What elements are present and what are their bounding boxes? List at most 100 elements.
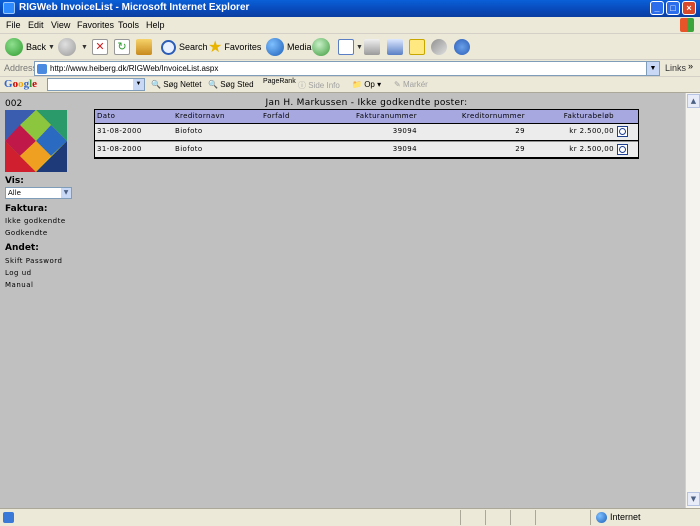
note-icon bbox=[409, 39, 425, 55]
toolbar-overflow-button[interactable]: » bbox=[688, 61, 693, 71]
refresh-button[interactable]: ↻ bbox=[114, 37, 130, 57]
up-label: Op bbox=[364, 80, 375, 89]
edit-button[interactable] bbox=[387, 37, 403, 57]
mail-icon bbox=[338, 39, 354, 55]
view-filter-select[interactable]: Alle ▼ bbox=[5, 187, 72, 199]
internet-zone-icon bbox=[596, 512, 607, 523]
andet-heading: Andet: bbox=[5, 243, 39, 253]
messenger-button[interactable] bbox=[431, 37, 447, 57]
star-icon: ★ bbox=[208, 39, 223, 56]
company-logo bbox=[5, 110, 67, 172]
research-button[interactable] bbox=[454, 37, 470, 57]
ie-icon bbox=[3, 2, 15, 14]
chevron-down-icon[interactable]: ▼ bbox=[48, 44, 55, 51]
column-header-forfald: Forfald bbox=[263, 112, 290, 120]
chevron-down-icon[interactable]: ▼ bbox=[356, 44, 363, 51]
cell-kreditornummer: 29 bbox=[515, 127, 525, 135]
pagerank-indicator[interactable]: PageRank bbox=[263, 78, 296, 85]
messenger-icon bbox=[431, 39, 447, 55]
highlight-button[interactable]: ✎ Markér bbox=[394, 80, 428, 89]
nav-link-skift-password[interactable]: Skift Password bbox=[5, 257, 62, 265]
menu-bar: File Edit View Favorites Tools Help bbox=[0, 17, 700, 34]
search-web-label: Søg Nettet bbox=[163, 80, 202, 89]
chevron-down-icon[interactable]: ▼ bbox=[81, 44, 88, 51]
search-button[interactable]: Search bbox=[161, 37, 208, 57]
view-filter-value: Alle bbox=[8, 189, 21, 197]
nav-link-ikke-godkendte[interactable]: Ikke godkendte bbox=[5, 217, 66, 225]
home-icon bbox=[136, 39, 152, 55]
address-url[interactable]: http://www.heiberg.dk/RIGWeb/InvoiceList… bbox=[50, 64, 218, 73]
status-divider bbox=[460, 510, 461, 525]
cell-fakturabelob: kr 2.500,00 bbox=[569, 127, 614, 135]
vertical-scrollbar[interactable]: ▲ ▼ bbox=[685, 93, 700, 508]
refresh-icon: ↻ bbox=[114, 39, 130, 55]
chevron-down-icon[interactable]: ▼ bbox=[646, 62, 659, 75]
mail-button[interactable]: ▼ bbox=[338, 37, 363, 57]
search-site-button[interactable]: 🔍 Søg Sted bbox=[208, 80, 254, 89]
back-label: Back bbox=[26, 42, 47, 52]
home-button[interactable] bbox=[136, 37, 152, 57]
table-row: 31-08-2000 Biofoto 39094 29 kr 2.500,00 bbox=[95, 124, 638, 141]
highlight-label: Markér bbox=[402, 80, 428, 89]
faktura-heading: Faktura: bbox=[5, 204, 48, 214]
media-label: Media bbox=[287, 42, 312, 52]
menu-edit[interactable]: Edit bbox=[28, 20, 44, 30]
chevron-down-icon[interactable]: ▼ bbox=[133, 79, 144, 90]
people-icon bbox=[454, 39, 470, 55]
status-divider bbox=[590, 510, 591, 525]
up-button[interactable]: 📁 Op ▾ bbox=[352, 80, 381, 89]
column-header-dato: Dato bbox=[97, 112, 116, 120]
back-arrow-icon bbox=[5, 38, 23, 56]
column-header-kreditornummer: Kreditornummer bbox=[461, 112, 525, 120]
minimize-button[interactable]: _ bbox=[650, 1, 664, 15]
status-divider bbox=[510, 510, 511, 525]
forward-button[interactable]: ▼ bbox=[58, 37, 88, 57]
cell-fakturabelob: kr 2.500,00 bbox=[569, 145, 614, 153]
page-done-icon bbox=[3, 512, 14, 523]
chevron-down-icon[interactable]: ▼ bbox=[61, 188, 71, 198]
menu-file[interactable]: File bbox=[6, 20, 21, 30]
status-divider bbox=[485, 510, 486, 525]
history-button[interactable] bbox=[312, 37, 333, 57]
menu-view[interactable]: View bbox=[51, 20, 70, 30]
stop-button[interactable]: ✕ bbox=[92, 37, 108, 57]
google-search-input[interactable]: ▼ bbox=[47, 78, 145, 91]
invoice-table: Dato Kreditornavn Forfald Fakturanummer … bbox=[94, 109, 639, 159]
close-button[interactable]: × bbox=[682, 1, 696, 15]
user-id: 002 bbox=[5, 99, 23, 109]
discuss-button[interactable] bbox=[409, 37, 425, 57]
google-toolbar: Google ▼ 🔍 Søg Nettet 🔍 Søg Sted PageRan… bbox=[0, 77, 700, 93]
view-invoice-icon[interactable] bbox=[617, 126, 628, 137]
column-header-fakturabelob: Fakturabeløb bbox=[563, 112, 614, 120]
table-header: Dato Kreditornavn Forfald Fakturanummer … bbox=[95, 110, 638, 124]
maximize-button[interactable]: □ bbox=[666, 1, 680, 15]
page-info-button[interactable]: ⓘ Side Info bbox=[298, 80, 340, 91]
google-logo[interactable]: Google bbox=[4, 78, 37, 90]
nav-link-log-ud[interactable]: Log ud bbox=[5, 269, 32, 277]
search-label: Search bbox=[179, 42, 208, 52]
search-icon bbox=[161, 39, 176, 55]
column-header-kreditornavn: Kreditornavn bbox=[175, 112, 225, 120]
nav-link-manual[interactable]: Manual bbox=[5, 281, 33, 289]
print-button[interactable] bbox=[364, 37, 380, 57]
menu-help[interactable]: Help bbox=[146, 20, 165, 30]
links-button[interactable]: Links bbox=[665, 63, 686, 73]
cell-fakturanummer: 39094 bbox=[392, 127, 417, 135]
back-button[interactable]: Back ▼ bbox=[5, 37, 55, 57]
favorites-button[interactable]: ★ Favorites bbox=[208, 37, 261, 57]
scroll-down-icon[interactable]: ▼ bbox=[687, 492, 700, 506]
view-invoice-icon[interactable] bbox=[617, 144, 628, 155]
status-divider bbox=[535, 510, 536, 525]
address-input[interactable]: http://www.heiberg.dk/RIGWeb/InvoiceList… bbox=[34, 61, 660, 76]
menu-favorites[interactable]: Favorites bbox=[77, 20, 114, 30]
scroll-up-icon[interactable]: ▲ bbox=[687, 94, 700, 108]
nav-link-godkendte[interactable]: Godkendte bbox=[5, 229, 48, 237]
history-icon bbox=[312, 38, 330, 56]
favorites-label: Favorites bbox=[224, 42, 262, 52]
cell-fakturanummer: 39094 bbox=[392, 145, 417, 153]
menu-tools[interactable]: Tools bbox=[118, 20, 139, 30]
search-web-button[interactable]: 🔍 Søg Nettet bbox=[151, 80, 201, 89]
security-zone-label: Internet bbox=[610, 512, 641, 522]
media-button[interactable]: Media bbox=[266, 37, 312, 57]
standard-toolbar: Back ▼ ▼ ✕ ↻ Search ★ Favorites Media ▼ bbox=[0, 34, 700, 60]
